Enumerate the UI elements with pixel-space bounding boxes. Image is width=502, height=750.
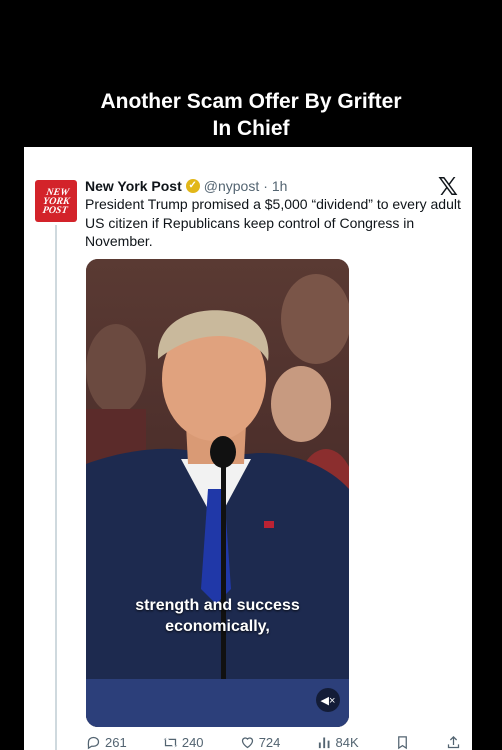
reply-count: 261: [105, 735, 127, 750]
view-count: 84K: [335, 735, 359, 750]
views-chart-icon: [318, 737, 330, 749]
tweet-timestamp[interactable]: 1h: [272, 178, 288, 194]
mute-button[interactable]: ◀×: [316, 688, 340, 712]
views-button[interactable]: 84K: [317, 735, 359, 750]
separator-dot: ·: [263, 178, 268, 194]
thread-line: [55, 225, 57, 750]
avatar[interactable]: NEW YORK POST: [35, 180, 77, 222]
tweet-card[interactable]: NEW YORK POST New York Post ✓ @nypost · …: [24, 147, 472, 750]
author-handle[interactable]: @nypost: [204, 178, 259, 194]
like-count: 724: [258, 735, 281, 750]
verified-badge-icon: ✓: [185, 179, 200, 193]
tweet-header: New York Post ✓ @nypost · 1h: [85, 177, 287, 195]
tweet-text: President Trump promised a $5,000 “divid…: [85, 196, 461, 249]
bookmark-icon: [397, 736, 407, 750]
video-player[interactable]: strength and success economically, ◀×: [86, 259, 349, 727]
video-overlay-caption: Another Scam Offer By Grifter In Chief: [0, 88, 502, 142]
avatar-logo-text: NEW YORK POST: [41, 186, 71, 216]
caption-line-1: Another Scam Offer By Grifter: [100, 90, 402, 113]
video-subtitle: strength and success economically,: [135, 597, 300, 635]
share-button[interactable]: [446, 735, 461, 750]
repost-count: 240: [181, 735, 204, 750]
repost-icon: [163, 737, 178, 748]
repost-button[interactable]: 240: [163, 735, 204, 750]
like-button[interactable]: 724: [240, 735, 281, 750]
video-frame: [86, 259, 349, 727]
speaker-muted-icon: ◀×: [320, 694, 336, 707]
bookmark-button[interactable]: [395, 735, 410, 750]
heart-icon: [241, 737, 253, 749]
share-icon: [447, 735, 460, 749]
reply-button[interactable]: 261: [86, 735, 127, 750]
reply-icon: [87, 736, 100, 750]
caption-line-2: In Chief: [212, 117, 290, 140]
author-name[interactable]: New York Post: [85, 178, 182, 194]
tweet-actions: 261 240 724 84K: [86, 735, 461, 750]
